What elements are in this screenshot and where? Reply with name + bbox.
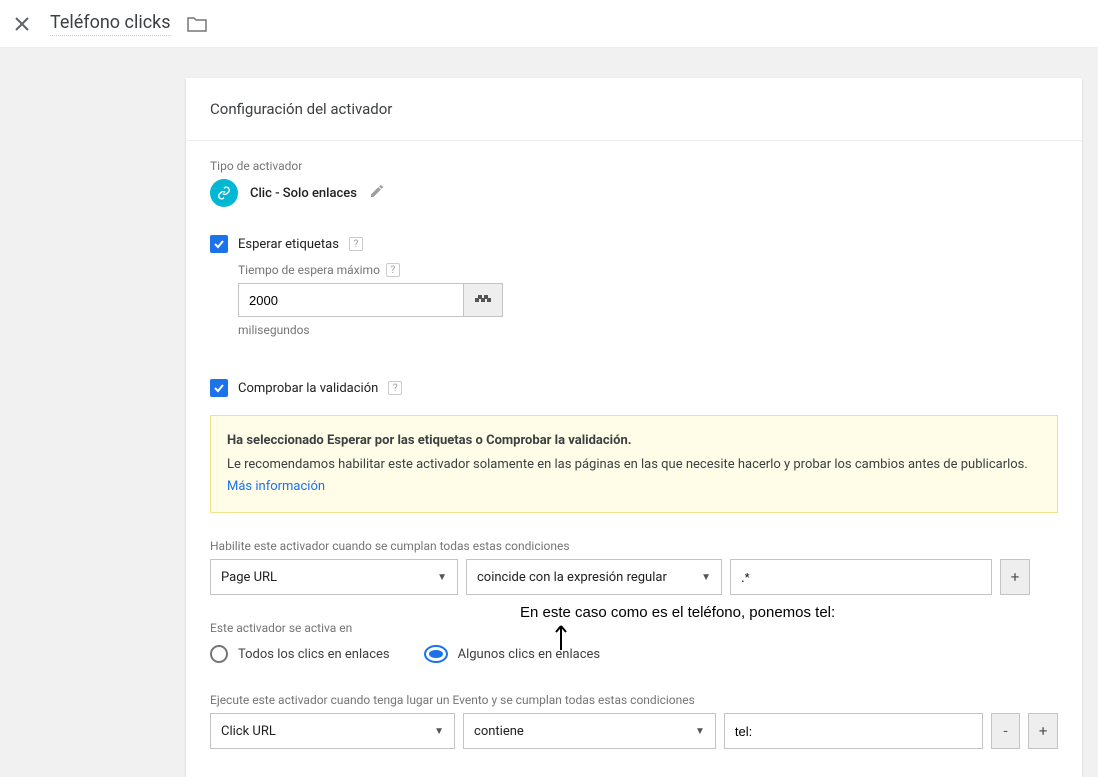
radio-all-clicks[interactable]: Todos los clics en enlaces bbox=[210, 645, 390, 663]
trigger-type-name: Clic - Solo enlaces bbox=[250, 186, 357, 201]
cond2-add-button[interactable]: + bbox=[1028, 713, 1058, 749]
notice-bold: Ha seleccionado Esperar por las etiqueta… bbox=[227, 430, 1041, 452]
max-wait-label: Tiempo de espera máximo bbox=[238, 263, 380, 277]
warning-notice: Ha seleccionado Esperar por las etiqueta… bbox=[210, 415, 1058, 513]
card-title: Configuración del activador bbox=[186, 78, 1082, 141]
cond2-remove-button[interactable]: - bbox=[991, 713, 1021, 749]
arrow-up-icon bbox=[554, 624, 568, 657]
help-icon[interactable]: ? bbox=[349, 237, 363, 251]
folder-icon[interactable] bbox=[187, 16, 207, 32]
type-label: Tipo de activador bbox=[210, 159, 1058, 173]
unit-label: milisegundos bbox=[238, 323, 1058, 337]
check-validation-label: Comprobar la validación bbox=[238, 381, 378, 396]
cond2-value-input[interactable] bbox=[724, 713, 983, 749]
annotation-text: En este caso como es el teléfono, ponemo… bbox=[520, 604, 835, 621]
cond2-var-select[interactable]: Click URL▼ bbox=[210, 713, 455, 749]
notice-text: Le recomendamos habilitar este activador… bbox=[227, 457, 1028, 472]
cond1-value-input[interactable] bbox=[730, 559, 992, 595]
check-validation-checkbox[interactable] bbox=[210, 379, 228, 397]
cond1-add-button[interactable]: + bbox=[1000, 559, 1030, 595]
wait-tags-checkbox[interactable] bbox=[210, 235, 228, 253]
max-wait-input[interactable] bbox=[238, 283, 464, 317]
help-icon[interactable]: ? bbox=[386, 263, 400, 277]
more-info-link[interactable]: Más información bbox=[227, 479, 325, 494]
wait-tags-label: Esperar etiquetas bbox=[238, 237, 339, 252]
cond2-op-select[interactable]: contiene▼ bbox=[463, 713, 716, 749]
cond1-op-select[interactable]: coincide con la expresión regular▼ bbox=[466, 559, 722, 595]
edit-type-button[interactable] bbox=[369, 183, 385, 203]
fires-on-label: Este activador se activa en bbox=[210, 621, 1058, 635]
trigger-config-card: Configuración del activador Tipo de acti… bbox=[186, 78, 1082, 777]
radio-some-clicks[interactable]: Algunos clics en enlaces bbox=[424, 645, 601, 663]
cond1-var-select[interactable]: Page URL▼ bbox=[210, 559, 458, 595]
fire-cond-label: Ejecute este activador cuando tenga luga… bbox=[210, 693, 1058, 707]
page-title[interactable]: Teléfono clicks bbox=[50, 12, 171, 36]
help-icon[interactable]: ? bbox=[388, 381, 402, 395]
close-button[interactable] bbox=[12, 14, 32, 34]
variable-picker-button[interactable] bbox=[463, 283, 503, 317]
link-icon bbox=[210, 179, 238, 207]
enable-cond-label: Habilite este activador cuando se cumpla… bbox=[210, 539, 1058, 553]
